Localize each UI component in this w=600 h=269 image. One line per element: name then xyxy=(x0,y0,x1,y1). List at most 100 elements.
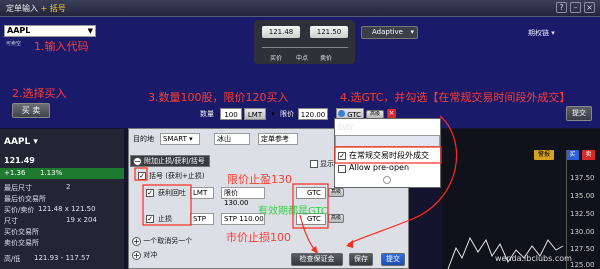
window-title-suffix: + 括号 xyxy=(40,4,66,13)
y-tick: 135.00 xyxy=(570,192,595,200)
quote-symbol-text: AAPL xyxy=(4,137,31,147)
stat-row: 最后价交易所 xyxy=(4,194,122,205)
window-title: 定单输入 + 括号 xyxy=(6,3,66,14)
tif-option-day[interactable]: DAY xyxy=(335,122,440,134)
y-tick: 130.00 xyxy=(570,228,595,236)
y-tick: 132.50 xyxy=(570,210,595,218)
order-ref-input[interactable]: 定单参考 xyxy=(258,133,298,145)
annotation-step2: 2.选择买入 xyxy=(12,87,67,100)
annotation-stop-loss: 市价止损100 xyxy=(226,231,291,244)
bid-button[interactable]: 121.48 xyxy=(262,26,300,38)
y-tick: 127.50 xyxy=(570,245,595,253)
window-title-text: 定单输入 xyxy=(6,4,38,13)
stop-loss-label: 止损 xyxy=(158,215,172,223)
symbol-input-value: AAPL xyxy=(7,26,31,35)
allow-preopen-checkbox[interactable] xyxy=(338,165,346,173)
bracket-label: 括号 (获利+止损) xyxy=(149,172,205,180)
stat-row: 买价/卖价 121.48 x 121.50 xyxy=(4,205,122,216)
order-type-select[interactable]: LMT xyxy=(244,108,266,120)
pair-label: 对冲 xyxy=(143,251,158,259)
stat-row: 买价交易所 xyxy=(4,227,122,238)
attach-orders-label: 附加止损/获利/括号 xyxy=(144,157,205,165)
stat-label: 买价/卖价 xyxy=(4,206,35,214)
stat-label: 高/低 xyxy=(4,255,21,263)
tp-advanced-button[interactable]: 高级 xyxy=(328,188,344,197)
annotation-step4: 4.选GTC，并勾选【在常规交易时间段外成交】 xyxy=(340,91,571,104)
symbol-input[interactable]: AAPL ▼ xyxy=(4,25,96,37)
outside-rth-checkbox[interactable]: ✓ xyxy=(338,152,346,160)
close-icon[interactable]: × xyxy=(387,109,396,118)
iceberg-select[interactable]: 冰山 xyxy=(214,133,250,145)
show-label: 显示 xyxy=(320,160,334,168)
site-watermark: wenda.ibclubs.com xyxy=(495,254,572,263)
tif-option-gtc[interactable]: GTC xyxy=(335,135,440,147)
globe-icon xyxy=(338,110,345,117)
allow-preopen-label: Allow pre-open xyxy=(349,163,410,172)
limit-price-input[interactable]: 120.00 xyxy=(298,108,328,120)
expand-icon[interactable]: + xyxy=(132,250,141,260)
pair-row[interactable]: + 对冲 xyxy=(132,249,157,261)
stat-row: 卖价交易所 xyxy=(4,238,122,249)
outside-rth-label: 在常规交易时段外成交 xyxy=(349,151,429,160)
annotation-step3: 3.数量100股，限价120买入 xyxy=(148,91,289,104)
tp-price-input[interactable]: 限价 130.00 xyxy=(221,187,265,207)
qty-input[interactable]: 100 xyxy=(220,108,242,120)
quote-symbol[interactable]: AAPL ▾ xyxy=(4,137,38,147)
destination-label: 目的地 xyxy=(133,135,154,143)
check-margin-button[interactable]: 检查保证金 xyxy=(291,253,343,266)
take-profit-label: 获利回吐 xyxy=(158,189,186,197)
destination-select[interactable]: SMART ▾ xyxy=(160,133,200,145)
last-price: 121.49 xyxy=(4,156,35,165)
take-profit-checkbox[interactable]: ✓ xyxy=(146,189,154,197)
buy-sell-toggle[interactable]: 买 卖 xyxy=(12,103,50,118)
oca-label: 一个取消另一个 xyxy=(143,237,193,245)
sl-price-label: STP xyxy=(224,215,237,223)
order-ref-label: 定单参考 xyxy=(261,135,289,143)
stat-value: 121.48 x 121.50 xyxy=(38,205,96,213)
tp-type-select[interactable]: LMT xyxy=(190,187,214,199)
help-icon[interactable]: ? xyxy=(556,2,567,13)
show-checkbox[interactable] xyxy=(310,160,318,168)
change-value: +1.36 xyxy=(4,169,26,177)
stat-label: 最后尺寸 xyxy=(4,184,32,192)
chevron-down-icon[interactable]: ▼ xyxy=(88,26,93,36)
change-bar: +1.36 1.13% xyxy=(0,168,124,179)
stat-label: 买价交易所 xyxy=(4,228,39,236)
minimize-icon[interactable]: – xyxy=(570,2,581,13)
bracket-checkbox[interactable]: ✓ xyxy=(138,172,146,180)
sl-advanced-button[interactable]: 高级 xyxy=(328,214,344,223)
collapse-icon[interactable]: − xyxy=(133,157,142,166)
sl-type-select[interactable]: STP xyxy=(190,213,214,225)
option-chain-label[interactable]: 期权链 ▾ xyxy=(528,28,555,38)
bid-label: 买价 xyxy=(270,55,283,62)
quote-slider[interactable] xyxy=(262,43,348,48)
tp-tif-select[interactable]: GTC xyxy=(296,187,326,199)
stat-row: 最后尺寸 2 xyxy=(4,183,122,194)
alert-button[interactable]: 警报 xyxy=(534,150,554,160)
bid-price: 121.48 xyxy=(268,28,294,36)
chevron-down-icon[interactable]: ▾ xyxy=(268,108,278,120)
stat-row: 高/低 121.93 - 117.57 xyxy=(4,254,122,265)
stat-value: 19 x 204 xyxy=(66,216,97,224)
shortable-indicator: 可卖空 xyxy=(6,41,22,47)
ask-button[interactable]: 121.50 xyxy=(310,26,348,38)
algo-select[interactable]: Adaptive ▾ xyxy=(361,26,418,39)
tp-price-value: 130.00 xyxy=(224,199,249,207)
change-pct: 1.13% xyxy=(40,169,63,177)
qty-label: 数量 xyxy=(200,110,214,118)
chevron-down-icon: ▾ xyxy=(410,28,414,36)
y-tick: 137.50 xyxy=(570,174,595,182)
attach-orders-header[interactable]: − 附加止损/获利/括号 xyxy=(130,155,210,167)
y-tick: 125.00 xyxy=(570,261,595,269)
annotation-take-profit: 限价止盈130 xyxy=(227,173,292,186)
close-icon[interactable]: × xyxy=(584,2,595,13)
oca-row[interactable]: + 一个取消另一个 xyxy=(132,235,192,247)
stat-value: 2 xyxy=(66,183,71,191)
expand-icon[interactable]: + xyxy=(132,236,141,246)
save-button[interactable]: 保存 xyxy=(349,253,373,266)
stop-loss-checkbox[interactable]: ✓ xyxy=(146,215,154,223)
submit-button[interactable]: 提交 xyxy=(566,106,592,121)
settings-icon[interactable] xyxy=(383,176,391,184)
ask-price: 121.50 xyxy=(316,28,342,36)
transmit-button[interactable]: 提交 xyxy=(381,253,405,266)
